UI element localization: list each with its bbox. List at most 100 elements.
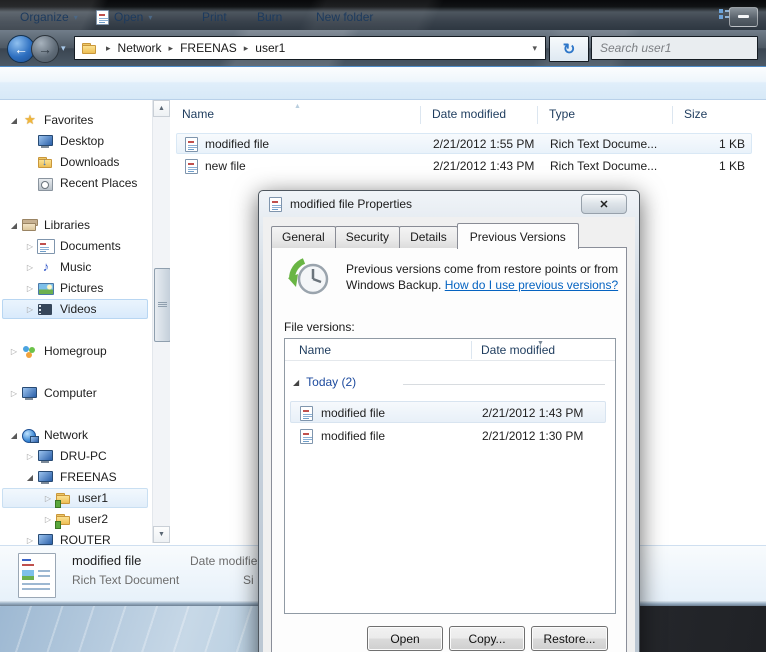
sidebar-item-network[interactable]: ◢ Network <box>2 425 148 445</box>
versions-column-date[interactable]: Date modified <box>481 343 555 357</box>
tree-expanded-icon[interactable]: ◢ <box>7 431 21 440</box>
sidebar-item-favorites[interactable]: ◢ ★ Favorites <box>2 110 148 130</box>
previous-versions-description: Previous versions come from restore poin… <box>346 261 636 293</box>
previous-versions-page: Previous versions come from restore poin… <box>271 247 627 652</box>
tree-collapsed-icon[interactable]: ▷ <box>23 452 37 461</box>
search-input[interactable] <box>592 37 757 59</box>
chevron-down-icon: ▾ <box>148 13 152 22</box>
sidebar-item-label: Favorites <box>44 113 93 127</box>
column-header-name[interactable]: Name <box>182 107 214 121</box>
new-folder-button[interactable]: New folder <box>316 8 373 26</box>
column-separator[interactable] <box>672 106 673 124</box>
sidebar-item-label: Music <box>60 260 91 274</box>
tree-collapsed-icon[interactable]: ▷ <box>7 389 21 398</box>
tree-collapsed-icon[interactable]: ▷ <box>41 494 55 503</box>
column-separator[interactable] <box>420 106 421 124</box>
sidebar-item-videos[interactable]: ▷ Videos <box>2 299 148 319</box>
organize-button[interactable]: Organize ▾ <box>20 8 78 26</box>
sidebar-item-pictures[interactable]: ▷ Pictures <box>2 278 148 298</box>
sidebar-item-label: FREENAS <box>60 470 117 484</box>
breadcrumb-separator-icon: ▸ <box>106 43 111 54</box>
sidebar-item-homegroup[interactable]: ▷ Homegroup <box>2 341 148 361</box>
downloads-icon: ↓ <box>37 154 55 170</box>
column-separator[interactable] <box>471 341 472 359</box>
sidebar-item-label: Documents <box>60 239 121 253</box>
open-label: Open <box>114 10 143 24</box>
column-header-type[interactable]: Type <box>549 107 575 121</box>
breadcrumb-separator-icon: ▸ <box>169 43 174 54</box>
versions-column-name[interactable]: Name <box>299 343 331 357</box>
version-row-1[interactable]: modified file 2/21/2012 1:43 PM <box>290 401 606 423</box>
tree-collapsed-icon[interactable]: ▷ <box>23 284 37 293</box>
scrollbar-thumb[interactable] <box>154 268 170 342</box>
file-row-new-file[interactable]: new file 2/21/2012 1:43 PM Rich Text Doc… <box>176 155 752 176</box>
scroll-up-icon[interactable]: ▲ <box>153 100 170 117</box>
breadcrumb-freenas[interactable]: FREENAS <box>180 41 237 55</box>
minimize-button[interactable] <box>729 7 758 27</box>
tab-general[interactable]: General <box>271 226 336 248</box>
tab-previous-versions[interactable]: Previous Versions <box>457 223 579 249</box>
burn-button[interactable]: Burn <box>257 8 282 26</box>
column-header-size[interactable]: Size <box>684 107 707 121</box>
tree-collapsed-icon[interactable]: ▷ <box>23 536 37 545</box>
file-name: modified file <box>205 137 269 151</box>
sidebar-item-libraries[interactable]: ◢ Libraries <box>2 215 148 235</box>
open-version-button[interactable]: Open <box>367 626 443 651</box>
tree-collapsed-icon[interactable]: ▷ <box>23 242 37 251</box>
breadcrumb-network[interactable]: Network <box>118 41 162 55</box>
column-separator[interactable] <box>537 106 538 124</box>
breadcrumb-user1[interactable]: user1 <box>255 41 285 55</box>
version-row-2[interactable]: modified file 2/21/2012 1:30 PM <box>290 424 606 446</box>
sidebar-item-desktop[interactable]: Desktop <box>2 131 148 151</box>
sidebar-item-user2[interactable]: ▷ user2 <box>2 509 148 529</box>
details-size-label: Si <box>243 573 254 587</box>
sidebar-item-dru-pc[interactable]: ▷ DRU-PC <box>2 446 148 466</box>
videos-icon <box>37 301 55 317</box>
sidebar-item-label: Desktop <box>60 134 104 148</box>
print-button[interactable]: Print <box>202 8 227 26</box>
sort-ascending-icon: ▲ <box>294 103 301 110</box>
sidebar-item-freenas[interactable]: ◢ FREENAS <box>2 467 148 487</box>
sidebar-item-recent-places[interactable]: Recent Places <box>2 173 148 193</box>
previous-versions-clock-icon <box>288 258 332 307</box>
navigation-pane: ◢ ★ Favorites Desktop ↓ Downloads <box>0 100 170 545</box>
tree-expanded-icon[interactable]: ◢ <box>23 473 37 482</box>
scroll-down-icon[interactable]: ▼ <box>153 526 170 543</box>
address-dropdown-icon[interactable]: ▾ <box>532 43 537 54</box>
sort-descending-icon: ▼ <box>537 340 544 347</box>
versions-group-today[interactable]: ◢ Today (2) <box>293 375 356 389</box>
tree-collapsed-icon[interactable]: ▷ <box>41 515 55 524</box>
close-button[interactable]: ✕ <box>581 194 627 214</box>
recent-pages-chevron-icon[interactable]: ▾ <box>61 43 66 54</box>
details-date-label: Date modifie <box>190 554 257 568</box>
tree-collapsed-icon[interactable]: ▷ <box>23 305 37 314</box>
new-folder-label: New folder <box>316 10 373 24</box>
tree-collapsed-icon[interactable]: ▷ <box>23 263 37 272</box>
column-header-date-modified[interactable]: Date modified <box>432 107 506 121</box>
sidebar-item-user1[interactable]: ▷ user1 <box>2 488 148 508</box>
sidebar-item-router[interactable]: ▷ ROUTER <box>2 530 148 545</box>
copy-version-button[interactable]: Copy... <box>449 626 525 651</box>
sidebar-item-computer[interactable]: ▷ Computer <box>2 383 148 403</box>
tree-expanded-icon[interactable]: ◢ <box>7 116 21 125</box>
file-row-modified-file[interactable]: modified file 2/21/2012 1:55 PM Rich Tex… <box>176 133 752 154</box>
group-expanded-icon[interactable]: ◢ <box>293 378 299 387</box>
address-bar[interactable]: ▸ Network ▸ FREENAS ▸ user1 ▾ <box>74 36 546 60</box>
version-name: modified file <box>321 406 385 420</box>
restore-version-button[interactable]: Restore... <box>531 626 608 651</box>
tab-security[interactable]: Security <box>335 226 400 248</box>
forward-button[interactable]: → <box>31 35 59 63</box>
open-button[interactable]: Open ▾ <box>96 8 152 26</box>
chevron-down-icon: ▾ <box>74 13 78 22</box>
sidebar-item-music[interactable]: ▷ ♪ Music <box>2 257 148 277</box>
sidebar-item-documents[interactable]: ▷ Documents <box>2 236 148 256</box>
tree-expanded-icon[interactable]: ◢ <box>7 221 21 230</box>
tab-details[interactable]: Details <box>399 226 458 248</box>
sidebar-scrollbar[interactable]: ▲ ▼ <box>152 100 170 543</box>
refresh-button[interactable]: ↻ <box>549 36 589 62</box>
tree-collapsed-icon[interactable]: ▷ <box>7 347 21 356</box>
file-size: 1 KB <box>673 159 745 173</box>
sidebar-item-downloads[interactable]: ↓ Downloads <box>2 152 148 172</box>
file-name: new file <box>205 159 246 173</box>
help-link[interactable]: How do I use previous versions? <box>445 278 618 292</box>
